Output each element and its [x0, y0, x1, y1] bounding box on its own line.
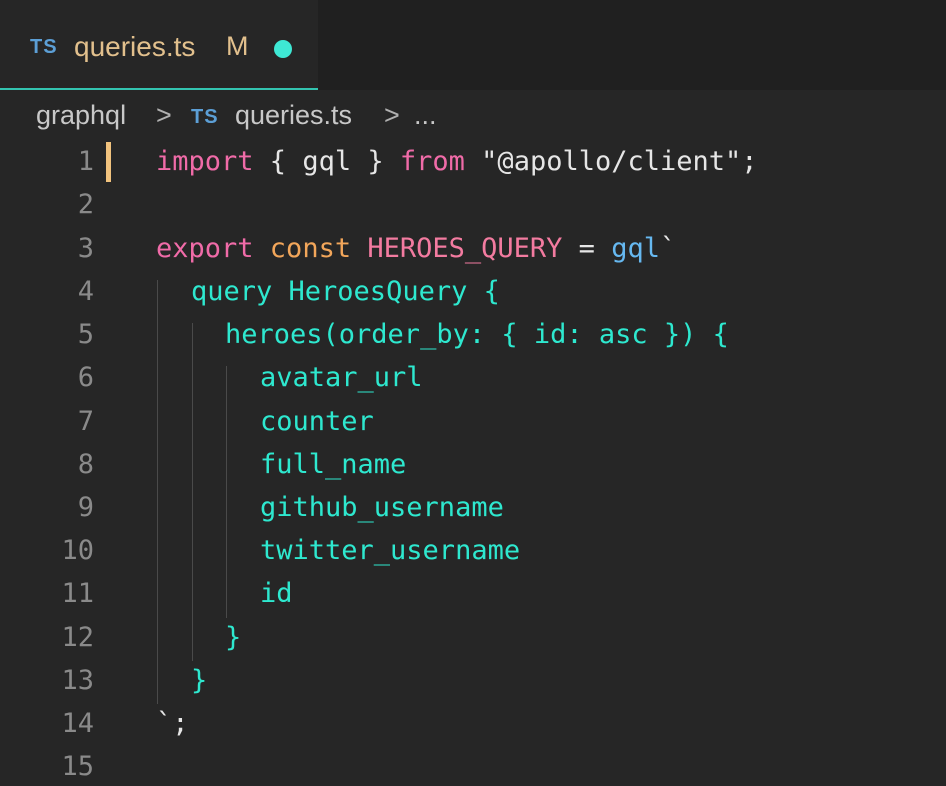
- code-text: `;: [156, 708, 189, 739]
- function-token: gql: [611, 233, 660, 264]
- punctuation-token: }: [351, 146, 400, 177]
- code-line: 6 avatar_url: [0, 356, 946, 399]
- line-number: 12: [61, 622, 94, 653]
- code-line: 7 counter: [0, 400, 946, 443]
- code-editor[interactable]: 1 import { gql } from "@apollo/client"; …: [0, 140, 946, 786]
- line-number: 10: [61, 535, 94, 566]
- line-number: 15: [61, 751, 94, 782]
- line-number: 11: [61, 578, 94, 609]
- graphql-text: }: [191, 665, 208, 696]
- code-line: 15: [0, 745, 946, 786]
- graphql-text: avatar_url: [260, 362, 423, 393]
- graphql-text: heroes(order_by: { id: asc }) {: [225, 319, 729, 350]
- keyword-token: import: [156, 146, 254, 177]
- identifier-token: gql: [302, 146, 352, 177]
- modified-line-marker: [106, 142, 111, 182]
- code-line: 1 import { gql } from "@apollo/client";: [0, 140, 946, 183]
- code-line: 4 query HeroesQuery {: [0, 270, 946, 313]
- chevron-right-icon: >: [384, 100, 400, 130]
- git-modified-badge: M: [226, 31, 249, 61]
- code-line: 5 heroes(order_by: { id: asc }) {: [0, 313, 946, 356]
- line-number: 5: [77, 319, 94, 350]
- line-number: 9: [77, 492, 94, 523]
- code-text: import { gql } from "@apollo/client";: [156, 146, 758, 177]
- punctuation-token: ;: [741, 146, 758, 177]
- template-tick-token: `: [659, 233, 677, 264]
- string-token: "@apollo/client": [464, 146, 742, 177]
- punctuation-token: {: [253, 146, 303, 177]
- graphql-text: twitter_username: [260, 535, 521, 566]
- code-line: 8 full_name: [0, 443, 946, 486]
- breadcrumb-symbols[interactable]: ...: [414, 100, 437, 131]
- keyword-token: from: [399, 146, 465, 177]
- line-number: 7: [77, 406, 94, 437]
- tab-queries-ts[interactable]: TS queries.ts M: [0, 0, 318, 90]
- tab-bar: TS queries.ts M: [0, 0, 946, 90]
- graphql-text: id: [260, 578, 293, 609]
- typescript-icon: TS: [191, 106, 219, 128]
- breadcrumb-file[interactable]: queries.ts: [235, 100, 352, 131]
- line-number: 2: [77, 189, 94, 220]
- unsaved-dot-icon[interactable]: [274, 40, 292, 58]
- keyword-token: export: [156, 233, 254, 264]
- code-line: 13 }: [0, 659, 946, 702]
- code-line: 9 github_username: [0, 486, 946, 529]
- template-tick-token: `: [156, 708, 173, 739]
- line-number: 6: [77, 362, 94, 393]
- line-number: 3: [77, 233, 94, 264]
- code-line: 3 export const HEROES_QUERY = gql`: [0, 227, 946, 270]
- code-line: 12 }: [0, 616, 946, 659]
- operator-token: =: [562, 233, 612, 264]
- graphql-text: query HeroesQuery {: [191, 276, 500, 307]
- code-line: 11 id: [0, 572, 946, 615]
- keyword-token: const: [253, 233, 352, 264]
- code-line: 10 twitter_username: [0, 529, 946, 572]
- line-number: 4: [77, 276, 94, 307]
- punctuation-token: ;: [172, 708, 189, 739]
- code-line: 14 `;: [0, 702, 946, 745]
- tab-filename: queries.ts: [74, 31, 196, 62]
- graphql-text: full_name: [260, 449, 407, 480]
- typescript-icon: TS: [30, 36, 58, 58]
- line-number: 8: [77, 449, 94, 480]
- line-number: 1: [77, 146, 94, 177]
- constant-token: HEROES_QUERY: [351, 233, 563, 264]
- code-text: export const HEROES_QUERY = gql`: [156, 233, 676, 264]
- code-line: 2: [0, 183, 946, 226]
- line-number: 13: [61, 665, 94, 696]
- line-number: 14: [61, 708, 94, 739]
- chevron-right-icon: >: [156, 100, 172, 130]
- breadcrumb-folder[interactable]: graphql: [36, 100, 126, 131]
- graphql-text: github_username: [260, 492, 504, 523]
- graphql-text: }: [225, 622, 242, 653]
- graphql-text: counter: [260, 406, 374, 437]
